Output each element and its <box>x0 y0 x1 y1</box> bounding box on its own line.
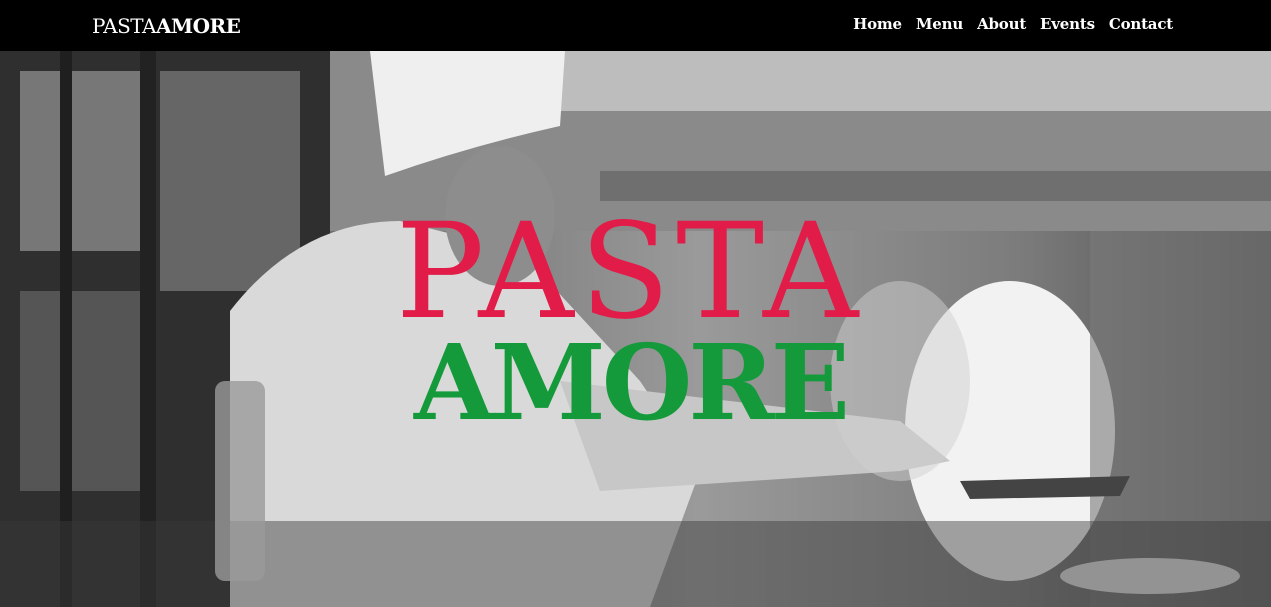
top-navbar: PASTAAMORE Home Menu About Events Contac… <box>0 0 1271 51</box>
hero-banner: PASTA AMORE <box>0 51 1271 607</box>
hero-logo: PASTA AMORE <box>390 206 870 446</box>
brand-logo[interactable]: PASTAAMORE <box>92 14 241 38</box>
nav-events[interactable]: Events <box>1040 15 1095 33</box>
brand-part1: PASTA <box>92 14 156 38</box>
hero-logo-top: PASTA <box>395 195 865 349</box>
brand-part2: AMORE <box>155 14 241 38</box>
nav-home[interactable]: Home <box>853 15 902 33</box>
nav-menu[interactable]: Menu <box>916 15 963 33</box>
hero-logo-bottom: AMORE <box>413 321 850 444</box>
main-nav: Home Menu About Events Contact <box>853 15 1173 33</box>
nav-contact[interactable]: Contact <box>1109 15 1173 33</box>
nav-about[interactable]: About <box>977 15 1026 33</box>
